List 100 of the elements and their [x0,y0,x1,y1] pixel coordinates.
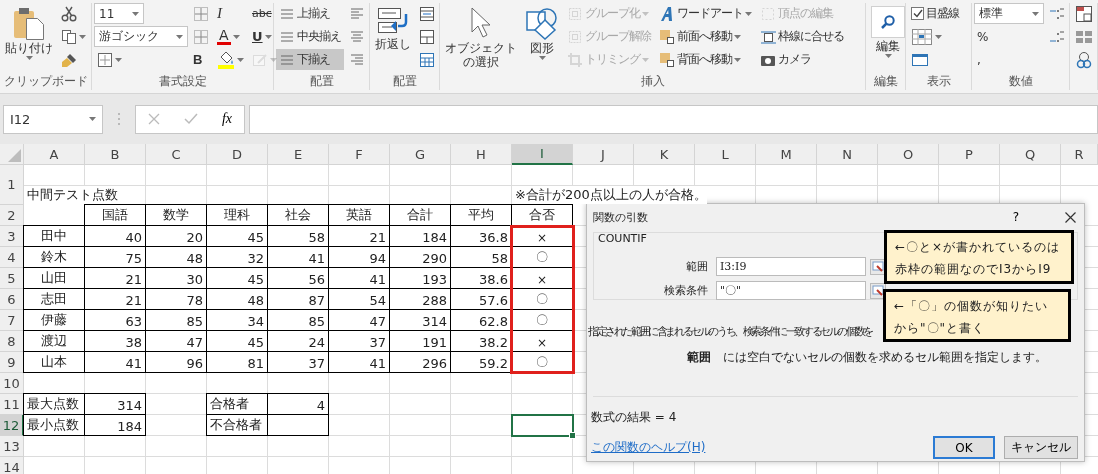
merge-icon [419,5,435,22]
shapes-icon [525,6,559,40]
column-header[interactable]: R [1061,144,1098,165]
row-header[interactable]: 3 [0,226,24,247]
camera-button[interactable]: カメラ [757,49,847,70]
column-header[interactable]: M [756,144,817,165]
column-header[interactable]: F [329,144,390,165]
font-name-dropdown[interactable]: 游ゴシック [94,26,188,47]
column-header[interactable]: E [268,144,329,165]
column-header[interactable]: B [85,144,146,165]
help-link[interactable]: この関数のヘルプ(H) [591,439,706,456]
column-header[interactable]: L [695,144,756,165]
active-cell[interactable] [511,414,574,437]
table-cell: 87 [308,293,325,308]
align-left-icon [349,5,365,22]
column-header[interactable]: C [146,144,207,165]
gridlines-checkbox[interactable]: 目盛線 [908,3,962,24]
table-cell: 54 [369,293,386,308]
row-header[interactable]: 1 [0,165,24,205]
caret-icon [132,11,139,16]
select-objects-button[interactable]: オブジェクトの選択 [442,3,520,72]
name-box[interactable]: I12 [3,104,103,134]
wrap-text-button[interactable]: 折返し [372,3,414,54]
row-header[interactable]: 7 [0,310,24,331]
table-cell: 58 [491,251,508,266]
column-header[interactable]: O [878,144,939,165]
input-field[interactable]: "〇" [716,281,866,300]
column-header[interactable]: G [390,144,451,165]
table-cell: 290 [422,251,447,266]
table-cell: 4 [316,398,325,413]
help-button[interactable]: ? [985,210,1047,224]
cancel-button[interactable]: キャンセル [1004,436,1078,459]
caret-icon [270,57,277,62]
row-header[interactable]: 2 [0,205,24,226]
row-header[interactable]: 12 [0,415,24,436]
check-icon[interactable] [183,113,198,125]
column-header[interactable]: N [817,144,878,165]
table-cell: 不合格者 [210,416,262,434]
column-header[interactable]: A [24,144,85,165]
row-header[interactable]: 6 [0,289,24,310]
column-header[interactable]: I [512,144,573,165]
bring-forward-button[interactable]: 前面へ移動 [656,26,755,47]
number-format-dropdown[interactable]: 標準 [974,3,1044,24]
ok-button[interactable]: OK [933,436,995,459]
row-header[interactable]: 8 [0,331,24,352]
paste-button[interactable]: 貼り付け [2,3,56,63]
callout-note: ←「〇」の個数が知りたいから"〇"と書く [883,289,1071,342]
comma-button[interactable]: , [974,49,1044,70]
table-cell: 鈴木 [41,248,67,266]
group-label: 数値 [1007,73,1034,89]
table-cell: 314 [422,314,447,329]
bold-button[interactable]: B [190,49,212,70]
send-backward-button[interactable]: 背面へ移動 [656,49,755,70]
shapes-button[interactable]: 図形 [522,3,562,63]
row-header[interactable]: 5 [0,268,24,289]
row-header[interactable]: 11 [0,394,24,415]
row-header[interactable]: 10 [0,373,24,394]
table-cell: 38.2 [479,335,508,350]
font-size-dropdown[interactable]: 11 [94,3,144,24]
table-cell: 184 [422,230,447,245]
caret-icon [1032,11,1039,16]
caret-icon [734,34,741,39]
snap-to-grid-button[interactable]: 枠線に合せる [757,26,847,47]
wordart-button[interactable]: ワードアート [656,3,755,24]
table-cell: × [536,231,548,245]
table-icon [419,51,435,68]
italic-button[interactable]: I [214,3,247,24]
table-cell: 47 [369,314,386,329]
formula-input[interactable] [249,104,1098,134]
row-header[interactable]: 14 [0,457,24,474]
table-cell: 渡辺 [41,332,67,350]
percent-button[interactable]: % [974,26,1044,47]
close-icon[interactable] [1065,211,1076,223]
column-header[interactable]: H [451,144,512,165]
align-button[interactable]: 下揃え [276,49,344,70]
row-header[interactable]: 9 [0,352,24,373]
column-header[interactable]: K [634,144,695,165]
table-cell: 45 [247,230,264,245]
column-header[interactable]: P [939,144,1000,165]
column-header[interactable]: J [573,144,634,165]
column-header[interactable]: D [207,144,268,165]
caret-icon [642,11,649,16]
column-header[interactable]: Q [1000,144,1061,165]
input-field[interactable]: I3:I9 [716,257,866,276]
letter-shape-icon [659,5,675,22]
group-label: 挿入 [639,73,666,89]
caret-icon [237,57,244,62]
find-button[interactable]: 編集 [868,3,908,61]
insert-function-button[interactable]: fx [221,111,232,127]
dialog-title: 関数の引数 [593,209,649,225]
caret-icon [232,34,240,39]
caret-icon [25,56,33,60]
grip-icon [117,112,121,126]
table-cell: 田中 [41,227,67,245]
range-select-icon[interactable] [870,282,886,299]
font-color-button[interactable]: A [214,26,247,47]
row-header[interactable]: 13 [0,436,24,457]
group-label: 編集 [872,73,899,89]
row-header[interactable]: 4 [0,247,24,268]
table-cell: 志田 [41,290,67,308]
